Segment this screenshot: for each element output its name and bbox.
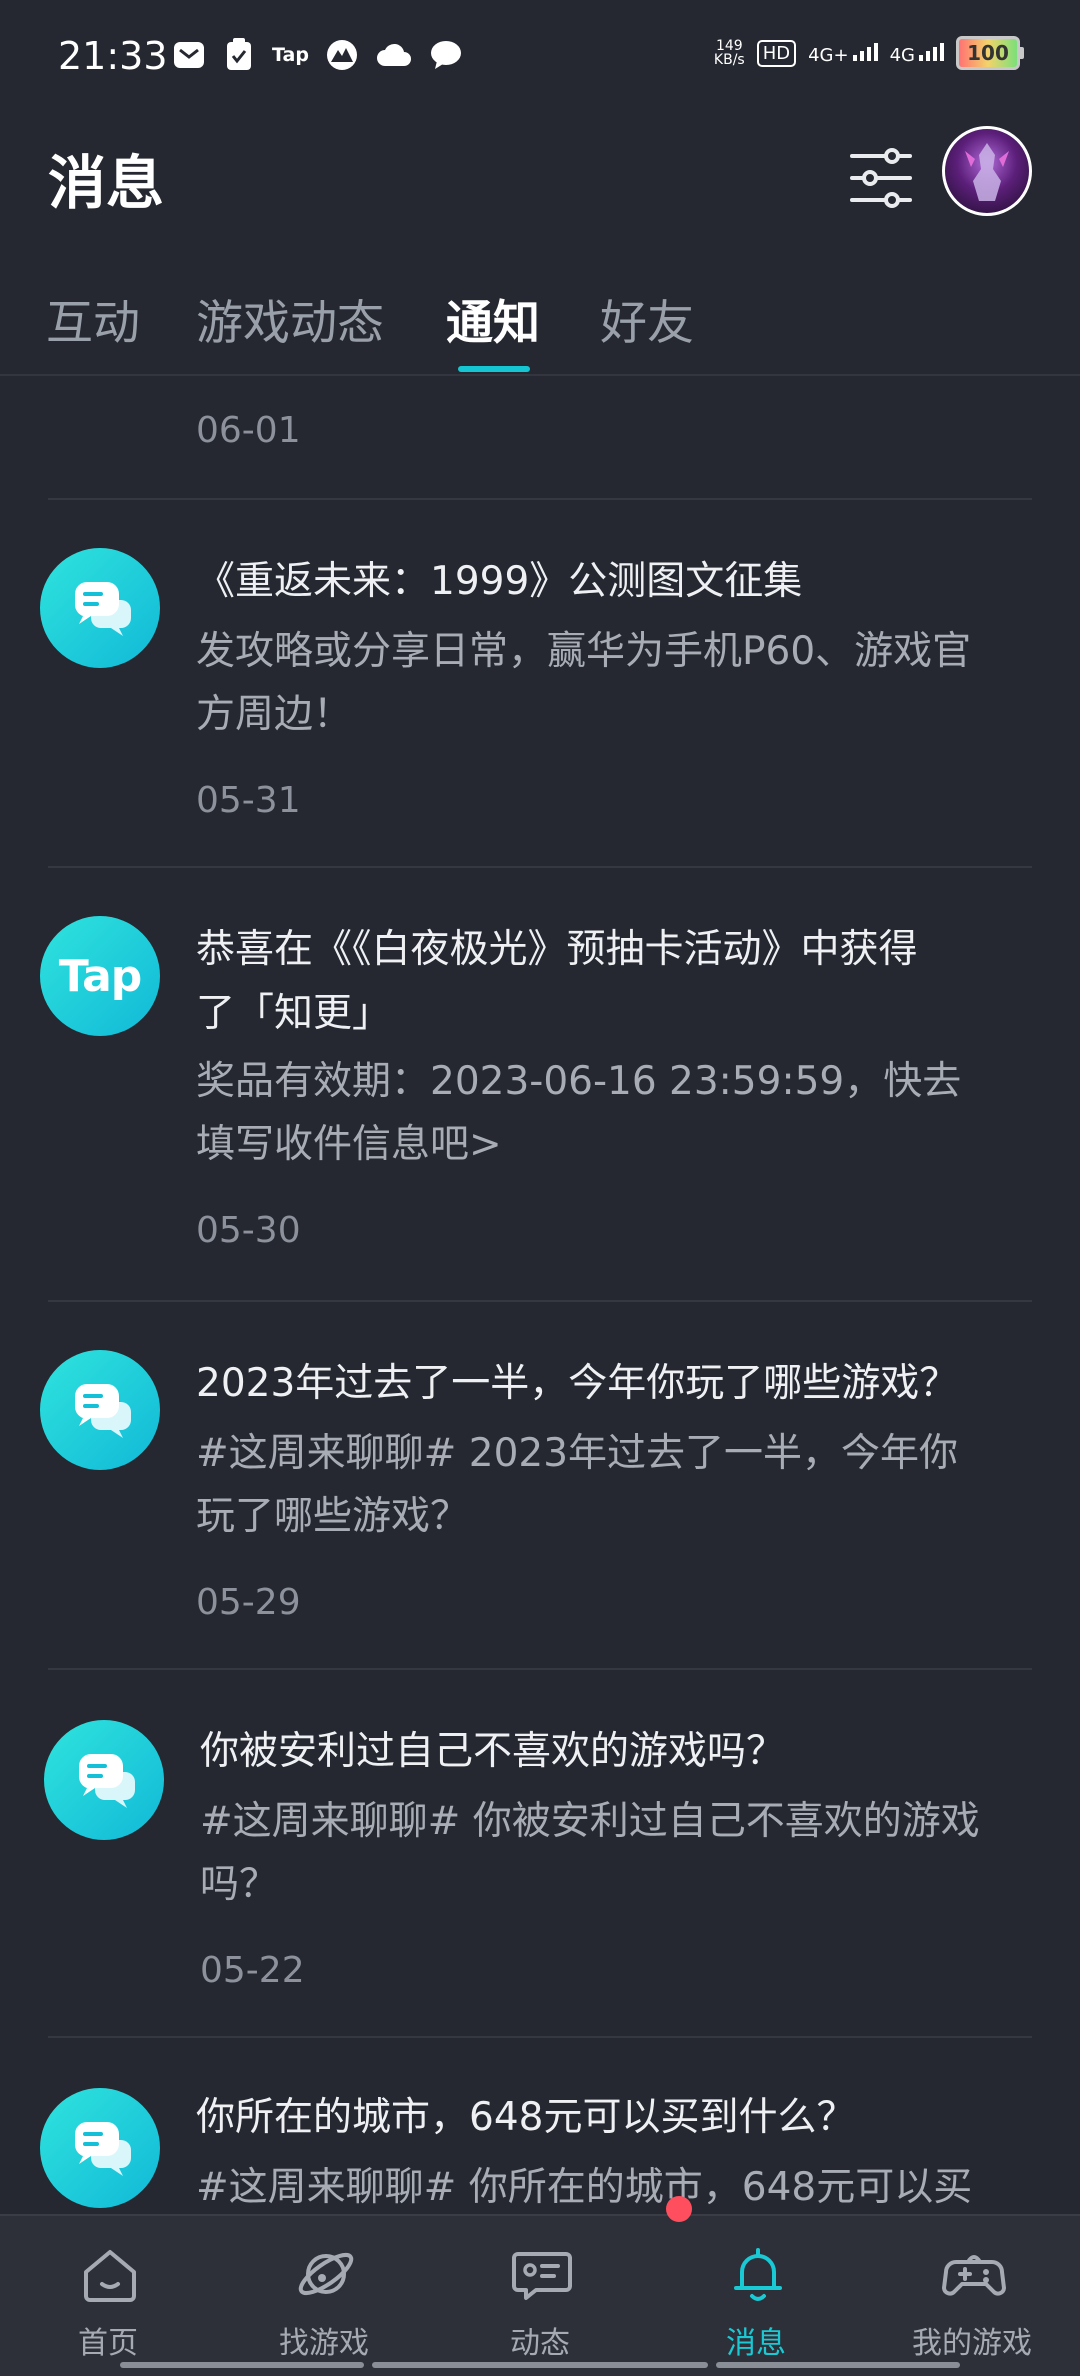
notification-item[interactable]: 你所在的城市，648元可以买到什么？ #这周来聊聊# 你所在的城市，648元可以… [0, 2088, 1080, 2214]
page-title: 消息 [48, 149, 165, 217]
active-tab-indicator [458, 366, 530, 372]
nav-messages[interactable]: 消息 [648, 2216, 864, 2366]
bell-icon [734, 2248, 782, 2301]
gesture-bar [120, 2362, 364, 2368]
filter-settings-button[interactable] [848, 146, 914, 210]
item-description: 奖品有效期：2023-06-16 23:59:59，快去 填写收件信息吧> [196, 1059, 962, 1167]
item-title: 恭喜在《《白夜极光》预抽卡活动》中获得 了「知更」 [196, 927, 918, 1036]
gamepad-icon [942, 2255, 1006, 2296]
item-date: 05-22 [200, 1950, 305, 1991]
item-title: 《重返未来：1999》公测图文征集 [196, 559, 803, 604]
status-system-icons: 149 KB/s HD 4G+ 4G 100 [714, 36, 1024, 70]
tab-friends[interactable]: 好友 [600, 284, 694, 353]
item-date: 06-01 [196, 410, 301, 451]
hd-voice-badge: HD [756, 39, 797, 67]
chat-bubble-icon [44, 1720, 164, 1840]
notification-item[interactable]: 2023年过去了一半，今年你玩了哪些游戏？ #这周来聊聊# 2023年过去了一半… [0, 1350, 1080, 1670]
clipboard-check-icon [222, 38, 256, 72]
user-avatar[interactable] [942, 126, 1032, 216]
divider [48, 2036, 1032, 2038]
nav-home[interactable]: 首页 [0, 2216, 216, 2366]
mail-icon [172, 38, 206, 72]
battery-icon: 100 [956, 36, 1024, 70]
item-title: 你被安利过自己不喜欢的游戏吗？ [200, 1729, 786, 1774]
divider [48, 866, 1032, 868]
status-notification-icons: Tap [172, 38, 463, 72]
item-description: #这周来聊聊# 你被安利过自己不喜欢的游戏 吗？ [200, 1799, 980, 1907]
notification-list[interactable]: 06-01 《重返未来：1999》公测图文征集 发攻略或分享日常，赢华为手机P6… [0, 376, 1080, 2214]
notification-item[interactable]: 《重返未来：1999》公测图文征集 发攻略或分享日常，赢华为手机P60、游戏官方… [0, 548, 1080, 868]
chat-bubble-icon [40, 2088, 160, 2208]
home-icon [84, 2250, 136, 2302]
mountain-badge-icon [325, 38, 359, 72]
chat-bubble-icon [40, 548, 160, 668]
item-description: #这周来聊聊# 2023年过去了一半，今年你 玩了哪些游戏？ [196, 1431, 959, 1539]
tap-app-icon: Tap [272, 44, 309, 66]
item-date: 05-31 [196, 780, 301, 821]
divider [48, 1300, 1032, 1302]
notification-item[interactable]: 你被安利过自己不喜欢的游戏吗？ #这周来聊聊# 你被安利过自己不喜欢的游戏 吗？ … [0, 1720, 1080, 2040]
item-date: 05-30 [196, 1210, 301, 1251]
signal-4g: 4G [890, 41, 944, 66]
item-description: #这周来聊聊# 你所在的城市，648元可以买 [196, 2165, 973, 2210]
planet-icon [298, 2252, 354, 2296]
cloud-icon [375, 38, 413, 72]
tap-logo-icon: Tap [40, 916, 160, 1036]
bottom-navigation: 首页 找游戏 动态 消息 我的游戏 [0, 2214, 1080, 2376]
message-bubble-icon [429, 38, 463, 72]
feed-icon [512, 2252, 572, 2300]
status-time: 21:33 [58, 34, 168, 78]
network-speed: 149 KB/s [713, 38, 745, 68]
divider [48, 1668, 1032, 1670]
signal-bars-icon [919, 41, 944, 61]
nav-find-games[interactable]: 找游戏 [216, 2216, 432, 2366]
battery-level: 100 [956, 36, 1020, 70]
tab-interaction[interactable]: 互动 [46, 284, 140, 353]
notification-item[interactable]: Tap 恭喜在《《白夜极光》预抽卡活动》中获得 了「知更」 奖品有效期：2023-… [0, 916, 1080, 1296]
item-description: 发攻略或分享日常，赢华为手机P60、游戏官 方周边！ [196, 629, 972, 737]
nav-my-games[interactable]: 我的游戏 [864, 2216, 1080, 2366]
status-bar: 21:33 Tap 149 KB/s HD 4G+ 4G 100 [0, 0, 1080, 112]
item-date: 05-29 [196, 1582, 301, 1623]
signal-bars-icon [852, 41, 878, 61]
chat-bubble-icon [40, 1350, 160, 1470]
message-tabs: 互动 游戏动态 通知 好友 [0, 270, 1080, 376]
tab-notifications[interactable]: 通知 [446, 284, 540, 353]
tab-game-updates[interactable]: 游戏动态 [196, 284, 384, 353]
sliders-icon [850, 148, 912, 208]
divider [48, 498, 1032, 500]
signal-4g-plus: 4G+ [808, 41, 878, 66]
item-title: 2023年过去了一半，今年你玩了哪些游戏？ [196, 1361, 959, 1406]
gesture-bar [716, 2362, 960, 2368]
nav-feed[interactable]: 动态 [432, 2216, 648, 2366]
unread-badge [666, 2196, 692, 2222]
gesture-bar [372, 2362, 708, 2368]
item-title: 你所在的城市，648元可以买到什么？ [196, 2095, 856, 2140]
